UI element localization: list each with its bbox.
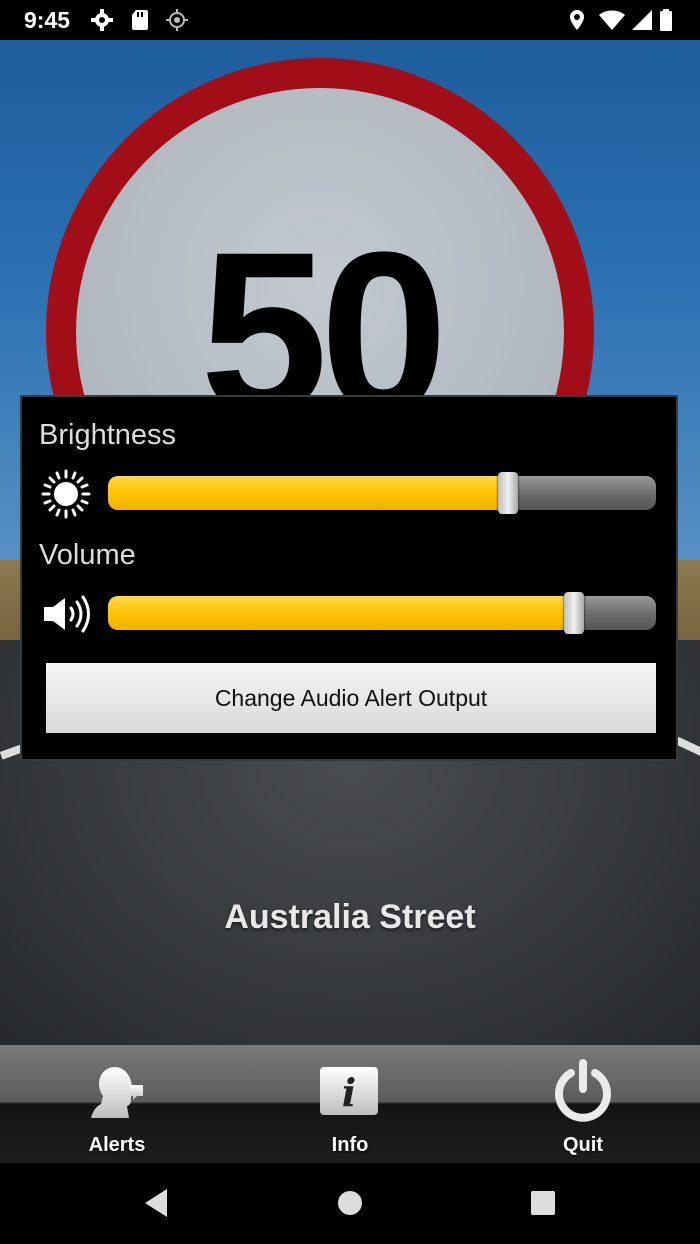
power-icon: [555, 1059, 611, 1122]
volume-label: Volume: [39, 539, 136, 571]
status-time: 9:45: [24, 7, 71, 33]
speaker-icon: [44, 595, 90, 633]
volume-slider-thumb[interactable]: [564, 592, 584, 634]
gear-icon: [91, 9, 113, 31]
change-audio-output-button[interactable]: Change Audio Alert Output: [46, 663, 656, 733]
volume-slider-fill: [108, 596, 574, 630]
alerts-button[interactable]: Alerts: [47, 1045, 187, 1163]
quit-button[interactable]: Quit: [513, 1045, 653, 1163]
info-button[interactable]: i Info: [280, 1045, 420, 1163]
wifi-icon: [599, 10, 625, 30]
brightness-label: Brightness: [39, 419, 177, 451]
home-icon[interactable]: [332, 1185, 368, 1221]
brightness-slider[interactable]: [108, 472, 656, 514]
status-bar: 9:45: [0, 0, 700, 40]
sun-icon: [41, 469, 91, 519]
street-name: Australia Street: [224, 898, 476, 936]
recents-icon[interactable]: [525, 1185, 561, 1221]
system-nav-bar: [0, 1163, 700, 1244]
battery-icon: [660, 9, 672, 31]
bottom-toolbar: Alerts i Info Quit: [0, 1045, 700, 1163]
signal-icon: [632, 10, 652, 30]
back-icon[interactable]: [137, 1185, 173, 1221]
info-label: Info: [331, 1134, 369, 1156]
location-crosshair-icon: [166, 9, 188, 31]
svg-text:i: i: [342, 1070, 356, 1115]
info-icon: i: [320, 1067, 378, 1115]
alerts-label: Alerts: [88, 1134, 146, 1156]
sd-card-icon: [132, 10, 148, 30]
volume-slider[interactable]: [108, 592, 656, 634]
brightness-volume-dialog: Brightness Volume Change Audio Alert Out…: [20, 395, 678, 761]
location-pin-icon: [570, 10, 584, 30]
speaking-person-icon: [91, 1067, 143, 1118]
quit-label: Quit: [563, 1134, 603, 1156]
brightness-slider-thumb[interactable]: [498, 472, 518, 514]
brightness-slider-fill: [108, 476, 508, 510]
